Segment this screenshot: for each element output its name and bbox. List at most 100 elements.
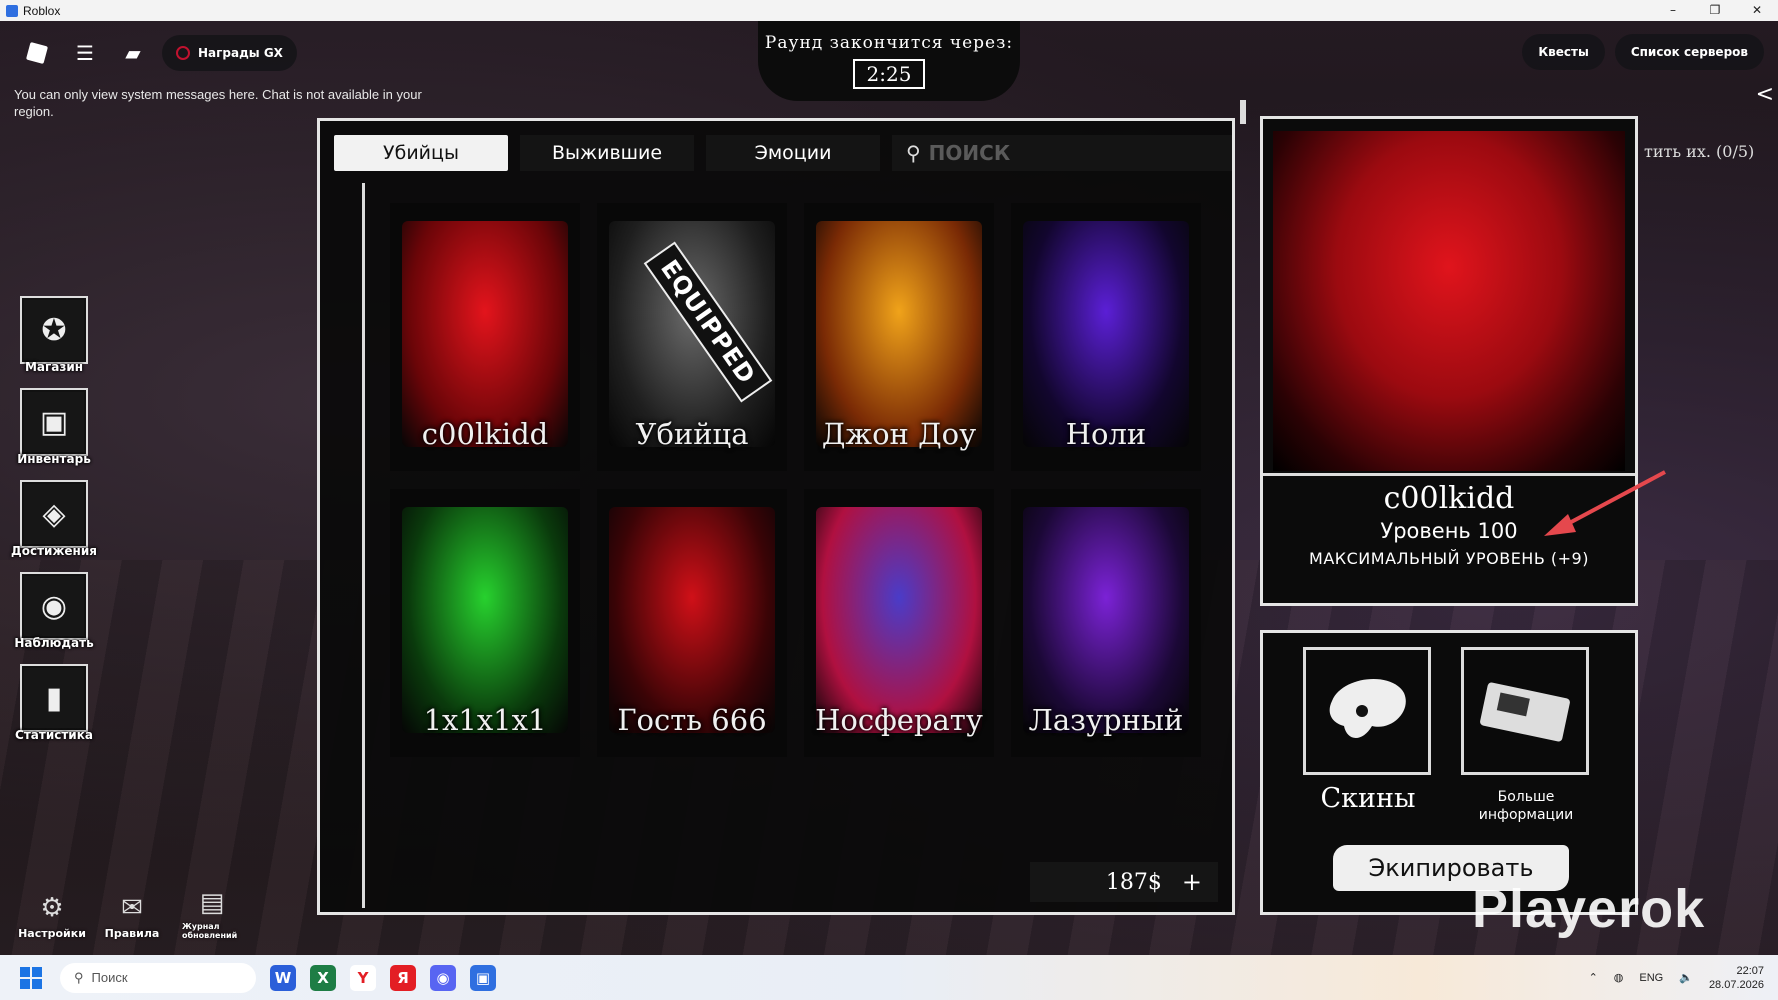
roblox-taskbar-icon[interactable]: ▣: [470, 964, 496, 991]
dock-label: Статистика: [15, 728, 93, 742]
selected-killer-max-level: МАКСИМАЛЬНЫЙ УРОВЕНЬ (+9): [1309, 549, 1589, 568]
killer-portrait: [1023, 507, 1189, 733]
round-timer-value: 2:25: [852, 59, 926, 89]
chat-icon: ▰: [125, 41, 141, 65]
killer-name: c00lkidd: [421, 417, 549, 451]
quests-button[interactable]: Квесты: [1522, 34, 1605, 70]
dock-item-achievements[interactable]: ◈ Достижения: [11, 480, 97, 558]
killer-grid: c00lkidd EQUIPPED Убийца Джон Доу Ноли 1…: [390, 203, 1201, 757]
currency-display: 187$ +: [1030, 862, 1218, 902]
roblox-topbar-left: ☰ ▰ Награды GX: [18, 34, 297, 72]
excel-app-icon[interactable]: X: [310, 964, 336, 991]
network-icon[interactable]: ◍: [1614, 971, 1624, 984]
search-box: ⚲: [892, 135, 1232, 171]
window-titlebar: Roblox – ❐ ✕: [0, 0, 1778, 21]
killer-card-killer[interactable]: EQUIPPED Убийца: [597, 203, 787, 471]
clock-date: 28.07.2026: [1708, 978, 1764, 991]
rules-button[interactable]: ✉ Правила: [102, 893, 162, 940]
hamburger-menu-button[interactable]: ☰: [66, 34, 104, 72]
search-icon: ⚲: [74, 969, 84, 985]
add-money-button[interactable]: +: [1182, 868, 1202, 896]
stats-icon: ▮: [20, 664, 88, 732]
spectate-eye-icon: ◉: [20, 572, 88, 640]
category-tabs: Убийцы Выжившие Эмоции ⚲: [334, 135, 1232, 171]
dock-item-inventory[interactable]: ▣ Инвентарь: [14, 388, 94, 466]
killer-card-john-doe[interactable]: Джон Доу: [804, 203, 994, 471]
more-info-line-2: информации: [1478, 807, 1574, 823]
killer-actions-panel: Скины Больше информации Экипировать: [1260, 630, 1638, 915]
killer-card-noli[interactable]: Ноли: [1011, 203, 1201, 471]
killer-name: Джон Доу: [821, 417, 977, 451]
start-tile: [20, 978, 30, 989]
killer-portrait: [402, 221, 568, 447]
system-tray: ⌃ ◍ ENG 🔈 22:07 28.07.2026: [1589, 955, 1764, 1000]
tab-killers[interactable]: Убийцы: [334, 135, 508, 171]
taskbar-search[interactable]: ⚲ Поиск: [60, 962, 256, 993]
start-tile: [32, 978, 42, 989]
dock-label: Достижения: [11, 544, 97, 558]
killer-name: Убийца: [635, 417, 749, 451]
tab-emotes[interactable]: Эмоции: [706, 135, 880, 171]
dock-label: Наблюдать: [14, 636, 94, 650]
discord-app-icon[interactable]: ◉: [430, 964, 456, 991]
settings-label: Настройки: [18, 927, 86, 940]
settings-button[interactable]: ⚙ Настройки: [18, 893, 86, 940]
dock-label: Магазин: [24, 360, 84, 374]
server-list-button[interactable]: Список серверов: [1614, 34, 1764, 70]
tab-survivors[interactable]: Выжившие: [520, 135, 694, 171]
dock-item-shop[interactable]: ✪ Магазин: [14, 296, 94, 374]
quest-progress-hint: тить их. (0/5): [1644, 142, 1755, 161]
killer-card-c00lkidd[interactable]: c00lkidd: [390, 203, 580, 471]
window-title: Roblox: [23, 3, 61, 18]
maximize-button[interactable]: ❐: [1694, 0, 1736, 21]
word-app-icon[interactable]: W: [270, 964, 296, 991]
document-icon: ▤: [199, 888, 225, 918]
killer-card-azure[interactable]: Лазурный: [1011, 489, 1201, 757]
killer-name: 1x1x1x1: [423, 703, 547, 737]
killer-portrait: [816, 221, 982, 447]
skins-button[interactable]: [1303, 647, 1431, 775]
roblox-menu-button[interactable]: [18, 34, 56, 72]
killer-card-nosferatu[interactable]: Носферату: [804, 489, 994, 757]
inventory-icon: ▣: [20, 388, 88, 456]
killer-selection-panel: Убийцы Выжившие Эмоции ⚲ c00lkidd EQUIPP…: [317, 118, 1235, 915]
selected-killer-portrait: [1273, 131, 1625, 471]
killer-card-1x1x1x1[interactable]: 1x1x1x1: [390, 489, 580, 757]
chevron-up-icon[interactable]: ⌃: [1589, 971, 1598, 984]
dock-item-spectate[interactable]: ◉ Наблюдать: [14, 572, 94, 650]
window-controls: – ❐ ✕: [1652, 0, 1778, 21]
yandex-app-icon[interactable]: Я: [390, 964, 416, 991]
taskbar-clock[interactable]: 22:07 28.07.2026: [1709, 964, 1764, 992]
close-button[interactable]: ✕: [1736, 0, 1778, 21]
left-dock: ✪ Магазин ▣ Инвентарь ◈ Достижения ◉ Наб…: [11, 296, 97, 742]
skins-label: Скины: [1320, 783, 1416, 814]
chevron-left-icon[interactable]: <: [1756, 82, 1774, 107]
round-timer-panel: Раунд закончится через: 2:25: [758, 21, 1020, 101]
dock-item-stats[interactable]: ▮ Статистика: [14, 664, 94, 742]
gx-icon: [176, 46, 190, 60]
playerok-watermark: Playerok: [1472, 879, 1706, 939]
device-info-icon: [1480, 682, 1570, 742]
bottom-left-menu: ⚙ Настройки ✉ Правила ▤ Журнал обновлени…: [18, 888, 242, 940]
killer-card-guest-666[interactable]: Гость 666: [597, 489, 787, 757]
minimize-button[interactable]: –: [1652, 0, 1694, 21]
yandex-browser-icon[interactable]: Y: [350, 964, 376, 991]
killer-portrait: [402, 507, 568, 733]
start-tile: [32, 966, 42, 977]
roblox-topbar-right: Квесты Список серверов: [1522, 34, 1764, 70]
volume-icon[interactable]: 🔈: [1679, 971, 1693, 984]
more-info-label: Больше информации: [1453, 788, 1599, 824]
windows-taskbar: ⚲ Поиск W X Y Я ◉ ▣ ⌃ ◍ ENG 🔈 22:07 28.0…: [0, 955, 1778, 1000]
windows-start-button[interactable]: [20, 966, 42, 989]
changelog-label: Журнал обновлений: [182, 922, 238, 940]
search-input[interactable]: [928, 141, 1199, 165]
roblox-app-icon: [6, 4, 18, 17]
shop-icon: ✪: [20, 296, 88, 364]
chat-button[interactable]: ▰: [114, 34, 152, 72]
language-indicator[interactable]: ENG: [1639, 972, 1663, 984]
taskbar-apps: W X Y Я ◉ ▣: [270, 964, 496, 991]
killer-portrait: [609, 221, 775, 447]
gx-rewards-button[interactable]: Награды GX: [162, 35, 297, 71]
changelog-button[interactable]: ▤ Журнал обновлений: [182, 888, 242, 940]
more-info-button[interactable]: [1461, 647, 1589, 775]
